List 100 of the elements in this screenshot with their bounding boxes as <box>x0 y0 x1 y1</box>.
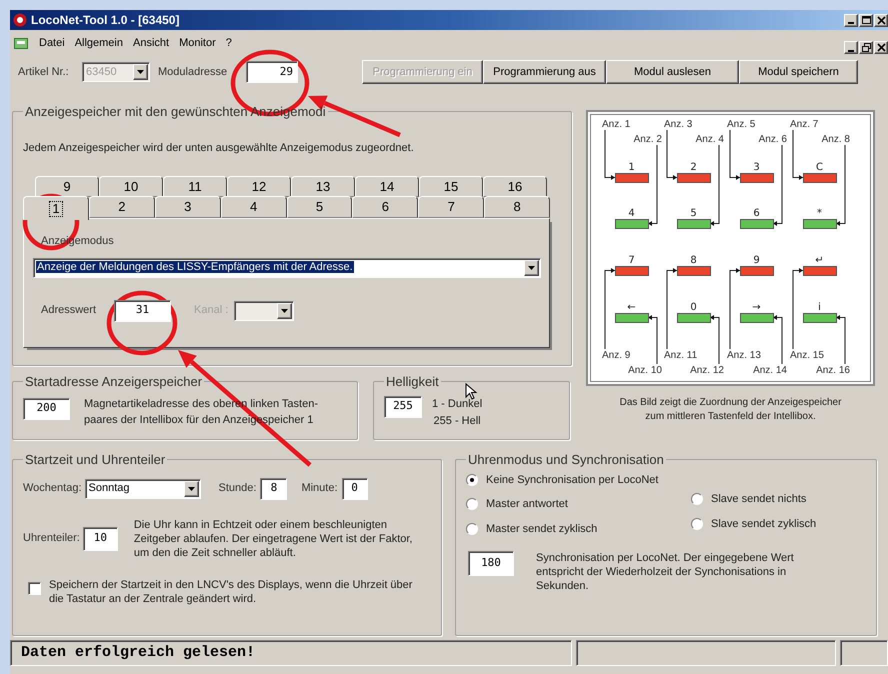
menu-item[interactable]: Datei <box>34 34 70 52</box>
restore-button[interactable] <box>859 41 873 54</box>
group-title: Helligkeit <box>385 373 440 391</box>
display-label: Anz. 7 <box>790 119 818 130</box>
tab[interactable]: 16 <box>483 176 547 197</box>
minute-field[interactable]: 0 <box>342 478 368 500</box>
key-label: 6 <box>753 208 760 219</box>
menu-item[interactable]: Ansicht <box>128 34 174 52</box>
radio-button[interactable] <box>466 522 478 535</box>
connector-arrow <box>836 315 846 364</box>
tab[interactable]: 11 <box>163 176 227 197</box>
brightness-field[interactable]: 255 <box>384 396 422 418</box>
toolbar-button[interactable]: Programmierung aus <box>483 60 606 84</box>
display-label: Anz. 13 <box>727 350 761 361</box>
field-label: Moduladresse <box>158 64 228 80</box>
sync-interval-field[interactable]: 180 <box>468 551 514 576</box>
status-message: Daten erfolgreich gelesen! <box>21 642 256 663</box>
tab[interactable]: 7 <box>418 196 484 218</box>
close-icon <box>876 16 886 24</box>
hint-text: Synchronisation per LocoNet. Der eingegebene Wert entspricht der Wiederholzeit der Synchonisations in Sekunden. <box>536 551 795 593</box>
menu-item[interactable]: ? <box>220 34 237 52</box>
radio-button[interactable] <box>691 518 703 530</box>
field-label: Artikel Nr.: <box>18 64 70 80</box>
connector-arrow <box>772 315 782 364</box>
maximize-icon <box>862 16 870 24</box>
close-button[interactable] <box>874 41 888 54</box>
connector-arrow <box>648 315 658 364</box>
tab[interactable]: 4 <box>220 196 286 218</box>
key-label: 7 <box>628 255 635 266</box>
radio-label: Master antwortet <box>486 497 568 512</box>
connector-arrow <box>792 130 804 180</box>
toolbar-button[interactable]: Modul speichern <box>739 60 858 84</box>
tab[interactable]: 12 <box>227 176 291 197</box>
key-label: 3 <box>753 162 760 173</box>
display-label: Anz. 2 <box>634 134 662 145</box>
display-label: Anz. 12 <box>690 365 724 376</box>
tab[interactable]: 9 <box>35 176 99 197</box>
key-label: i <box>818 302 821 313</box>
field-label: Minute: <box>301 481 338 496</box>
key-label: C <box>816 162 823 173</box>
restore-icon <box>862 43 870 52</box>
annotation-circle <box>106 290 178 356</box>
checkbox[interactable] <box>28 582 41 594</box>
display-label: Anz. 9 <box>602 350 630 361</box>
field-label: Stunde: <box>218 481 256 496</box>
minimize-button[interactable] <box>844 14 858 26</box>
radio-label: Keine Synchronisation per LocoNet <box>486 472 658 488</box>
display-label: Anz. 1 <box>602 119 630 130</box>
tab[interactable]: 14 <box>355 176 419 197</box>
key-label: 4 <box>628 208 635 219</box>
menu-item[interactable]: Allgemein <box>70 34 128 52</box>
display-label: Anz. 10 <box>628 365 662 376</box>
tab[interactable]: 2 <box>88 196 155 218</box>
address-value-field[interactable]: 31 <box>114 300 171 322</box>
hour-field[interactable]: 8 <box>260 478 288 500</box>
tab[interactable]: 3 <box>154 196 221 218</box>
brightness-hint: 1 - Dunkel <box>432 396 482 412</box>
key-label: 9 <box>753 255 760 266</box>
tab[interactable]: 13 <box>291 176 355 197</box>
tab[interactable]: 15 <box>419 176 483 197</box>
group-title: Startadresse Anzeigerspeicher <box>24 373 204 391</box>
start-address-field[interactable]: 200 <box>23 398 70 420</box>
display-mode-dropdown[interactable]: Anzeige der Meldungen des LISSY-Empfängers mit der Adresse. <box>33 258 541 278</box>
minimize-icon <box>848 50 854 52</box>
app-logo-icon <box>13 13 27 27</box>
clock-divider-field[interactable]: 10 <box>82 526 118 550</box>
hint-text: Die Uhr kann in Echtzeit oder einem beschleunigten Zeitgeber ablaufen. Der eingetragene Wert ist der Faktor, um den die Zeit schneller abläuft. <box>134 518 414 560</box>
module-address-field[interactable]: 29 <box>246 61 298 83</box>
minimize-button[interactable] <box>844 41 858 54</box>
tab[interactable]: 1 <box>23 196 89 220</box>
key-label: 0 <box>690 302 697 313</box>
key-label: ← <box>627 302 636 313</box>
display-label: Anz. 4 <box>696 134 724 145</box>
weekday-dropdown[interactable]: Sonntag <box>84 478 201 498</box>
key-label: 1 <box>628 162 635 173</box>
field-label: Uhrenteiler: <box>23 531 80 546</box>
tab[interactable]: 8 <box>484 196 550 218</box>
tab[interactable]: 10 <box>99 176 163 197</box>
close-button[interactable] <box>874 14 888 26</box>
radio-label: Slave sendet zyklisch <box>711 516 816 532</box>
connector-arrow <box>710 315 720 364</box>
radio-button[interactable] <box>691 493 703 506</box>
display-label: Anz. 8 <box>822 134 850 145</box>
menu-item[interactable]: Monitor <box>174 34 221 52</box>
maximize-button[interactable] <box>859 14 873 26</box>
display-label: Anz. 6 <box>758 134 787 145</box>
connector-arrow <box>604 130 616 180</box>
tab[interactable]: 5 <box>286 196 352 218</box>
caption-line: Das Bild zeigt die Zuordnung der Anzeigespeicher <box>620 396 842 410</box>
toolbar-button[interactable]: Modul auslesen <box>606 60 739 84</box>
group-title: Startzeit und Uhrenteiler <box>24 451 166 469</box>
display-label: Anz. 3 <box>664 119 692 130</box>
radio-button[interactable] <box>466 474 478 486</box>
window-title: LocoNet-Tool 1.0 - [63450] <box>31 12 180 29</box>
display-label: Anz. 16 <box>816 365 850 376</box>
display-label: Anz. 14 <box>753 365 787 376</box>
tab[interactable]: 6 <box>352 196 418 218</box>
menu-icon <box>14 38 28 48</box>
radio-button[interactable] <box>466 498 478 510</box>
display-label: Anz. 11 <box>664 350 698 361</box>
